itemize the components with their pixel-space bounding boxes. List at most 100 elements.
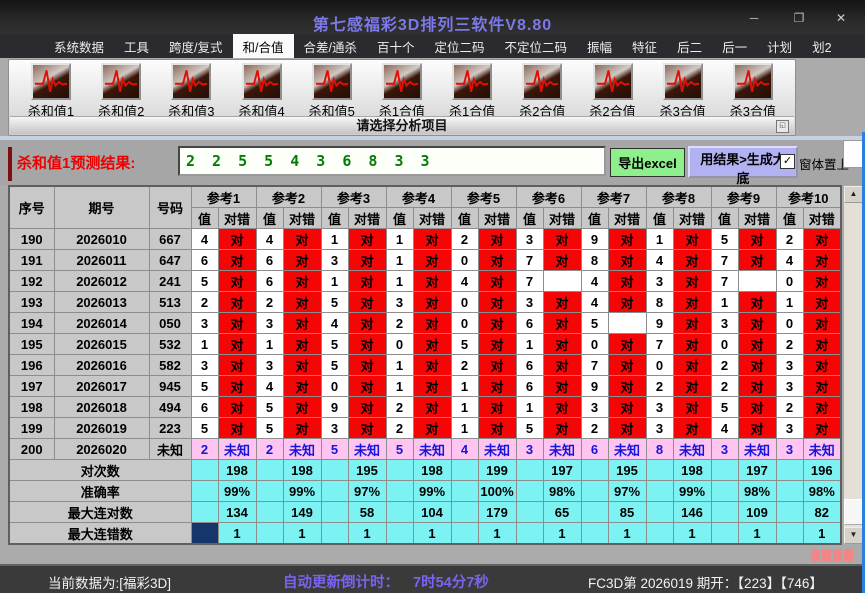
cell-value[interactable]: 4 — [645, 249, 674, 271]
cell-result[interactable]: 对 — [282, 291, 322, 313]
cell-value[interactable]: 4 — [580, 270, 609, 292]
cell-value[interactable]: 3 — [515, 291, 544, 313]
cell-result[interactable]: 对 — [737, 291, 777, 313]
cell-value[interactable]: 0 — [580, 333, 609, 355]
summary-gap-cell[interactable] — [450, 501, 479, 523]
cell-result[interactable]: 对 — [477, 270, 517, 292]
cell-result[interactable]: 对 — [347, 249, 387, 271]
cell-result[interactable]: 对 — [217, 375, 257, 397]
summary-gap-cell[interactable] — [775, 501, 804, 523]
cell-result[interactable]: 对 — [737, 333, 777, 355]
cell-value[interactable]: 3 — [190, 354, 219, 376]
summary-gap-cell[interactable] — [320, 480, 349, 502]
cell-result[interactable]: 对 — [347, 354, 387, 376]
cell-result[interactable]: 对 — [672, 291, 712, 313]
tool-button-7[interactable]: 杀2合值 — [510, 63, 574, 120]
cell-result[interactable]: 对 — [282, 249, 322, 271]
menu-item-10[interactable]: 后二 — [667, 34, 712, 58]
cell-result[interactable]: 对 — [217, 228, 257, 250]
cell-value[interactable]: 2 — [190, 438, 219, 460]
summary-value[interactable]: 197 — [737, 459, 777, 481]
cell-value[interactable]: 3 — [320, 249, 349, 271]
summary-gap-cell[interactable] — [450, 459, 479, 481]
cell-value[interactable]: 3 — [710, 312, 739, 334]
cell-value[interactable]: 2 — [190, 291, 219, 313]
cell-value[interactable]: 5 — [320, 354, 349, 376]
cell-result[interactable]: 对 — [542, 228, 582, 250]
tool-button-8[interactable]: 杀2合值 — [581, 63, 645, 120]
summary-value[interactable]: 97% — [347, 480, 387, 502]
cell-result[interactable]: 对 — [477, 291, 517, 313]
cell-result[interactable]: 未知 — [282, 438, 322, 460]
vertical-scrollbar[interactable]: ▲ ▼ — [844, 186, 863, 544]
cell-value[interactable]: 5 — [255, 417, 284, 439]
summary-gap-cell[interactable] — [580, 459, 609, 481]
cell-result[interactable]: 对 — [542, 396, 582, 418]
cell-value[interactable]: 3 — [580, 396, 609, 418]
minimize-icon[interactable]: ─ — [738, 8, 770, 28]
cell-result[interactable]: 对 — [347, 417, 387, 439]
cell-value[interactable]: 6 — [255, 249, 284, 271]
cell-result[interactable]: 对 — [607, 270, 647, 292]
summary-gap-cell[interactable] — [255, 501, 284, 523]
cell-result[interactable]: 对 — [412, 417, 452, 439]
cell-result[interactable]: 对 — [412, 354, 452, 376]
cell-result[interactable]: 对 — [217, 417, 257, 439]
cell-value[interactable]: 1 — [645, 228, 674, 250]
cell-result[interactable]: 对 — [347, 312, 387, 334]
cell-result[interactable]: 对 — [282, 312, 322, 334]
summary-value[interactable]: 1 — [477, 522, 517, 545]
cell-result[interactable]: 未知 — [672, 438, 712, 460]
cell-value[interactable]: 1 — [515, 333, 544, 355]
cell-result[interactable]: 对 — [607, 249, 647, 271]
scroll-up-icon[interactable]: ▲ — [844, 186, 863, 203]
cell-result[interactable]: 对 — [347, 375, 387, 397]
summary-value[interactable]: 1 — [737, 522, 777, 545]
cell-value[interactable]: 4 — [255, 228, 284, 250]
summary-value[interactable]: 196 — [802, 459, 842, 481]
cell-value[interactable]: 1 — [385, 249, 414, 271]
summary-gap-cell[interactable] — [255, 522, 284, 545]
cell-result[interactable]: 对 — [477, 249, 517, 271]
cell-result[interactable]: 对 — [737, 375, 777, 397]
cell-result[interactable]: 对 — [802, 375, 842, 397]
cell-value[interactable]: 7 — [710, 270, 739, 292]
summary-gap-cell[interactable] — [385, 522, 414, 545]
summary-value[interactable]: 195 — [347, 459, 387, 481]
menu-item-12[interactable]: 计划 — [757, 34, 802, 58]
summary-gap-cell[interactable] — [710, 522, 739, 545]
cell-value[interactable]: 1 — [320, 228, 349, 250]
cell-value[interactable]: 3 — [320, 417, 349, 439]
cell-value[interactable]: 3 — [385, 291, 414, 313]
cell-result[interactable]: 对 — [802, 291, 842, 313]
cell-result[interactable]: 对 — [737, 312, 777, 334]
cell-result[interactable]: 对 — [672, 333, 712, 355]
cell-value[interactable]: 5 — [320, 291, 349, 313]
cell-result[interactable] — [607, 312, 647, 334]
tool-button-5[interactable]: 杀1合值 — [370, 63, 434, 120]
cell-value[interactable]: 3 — [775, 438, 804, 460]
maximize-icon[interactable]: ❐ — [783, 8, 815, 28]
summary-value[interactable]: 149 — [282, 501, 322, 523]
cell-value[interactable]: 8 — [645, 291, 674, 313]
cell-result[interactable]: 未知 — [217, 438, 257, 460]
cell-value[interactable]: 5 — [190, 375, 219, 397]
cell-value[interactable]: 2 — [385, 312, 414, 334]
summary-gap-cell[interactable] — [580, 522, 609, 545]
tool-button-1[interactable]: 杀和值2 — [89, 63, 153, 120]
summary-gap-cell[interactable] — [320, 501, 349, 523]
cell-result[interactable] — [542, 270, 582, 292]
cell-value[interactable]: 3 — [775, 417, 804, 439]
summary-gap-cell[interactable] — [515, 459, 544, 481]
menu-item-9[interactable]: 特征 — [622, 34, 667, 58]
cell-value[interactable]: 6 — [515, 312, 544, 334]
summary-value[interactable]: 98% — [542, 480, 582, 502]
cell-value[interactable]: 3 — [255, 312, 284, 334]
cell-value[interactable]: 7 — [580, 354, 609, 376]
tool-button-2[interactable]: 杀和值3 — [159, 63, 223, 120]
cell-value[interactable]: 3 — [710, 438, 739, 460]
cell-result[interactable]: 对 — [607, 291, 647, 313]
summary-gap-cell[interactable] — [775, 459, 804, 481]
cell-value[interactable]: 3 — [255, 354, 284, 376]
cell-value[interactable]: 0 — [775, 270, 804, 292]
